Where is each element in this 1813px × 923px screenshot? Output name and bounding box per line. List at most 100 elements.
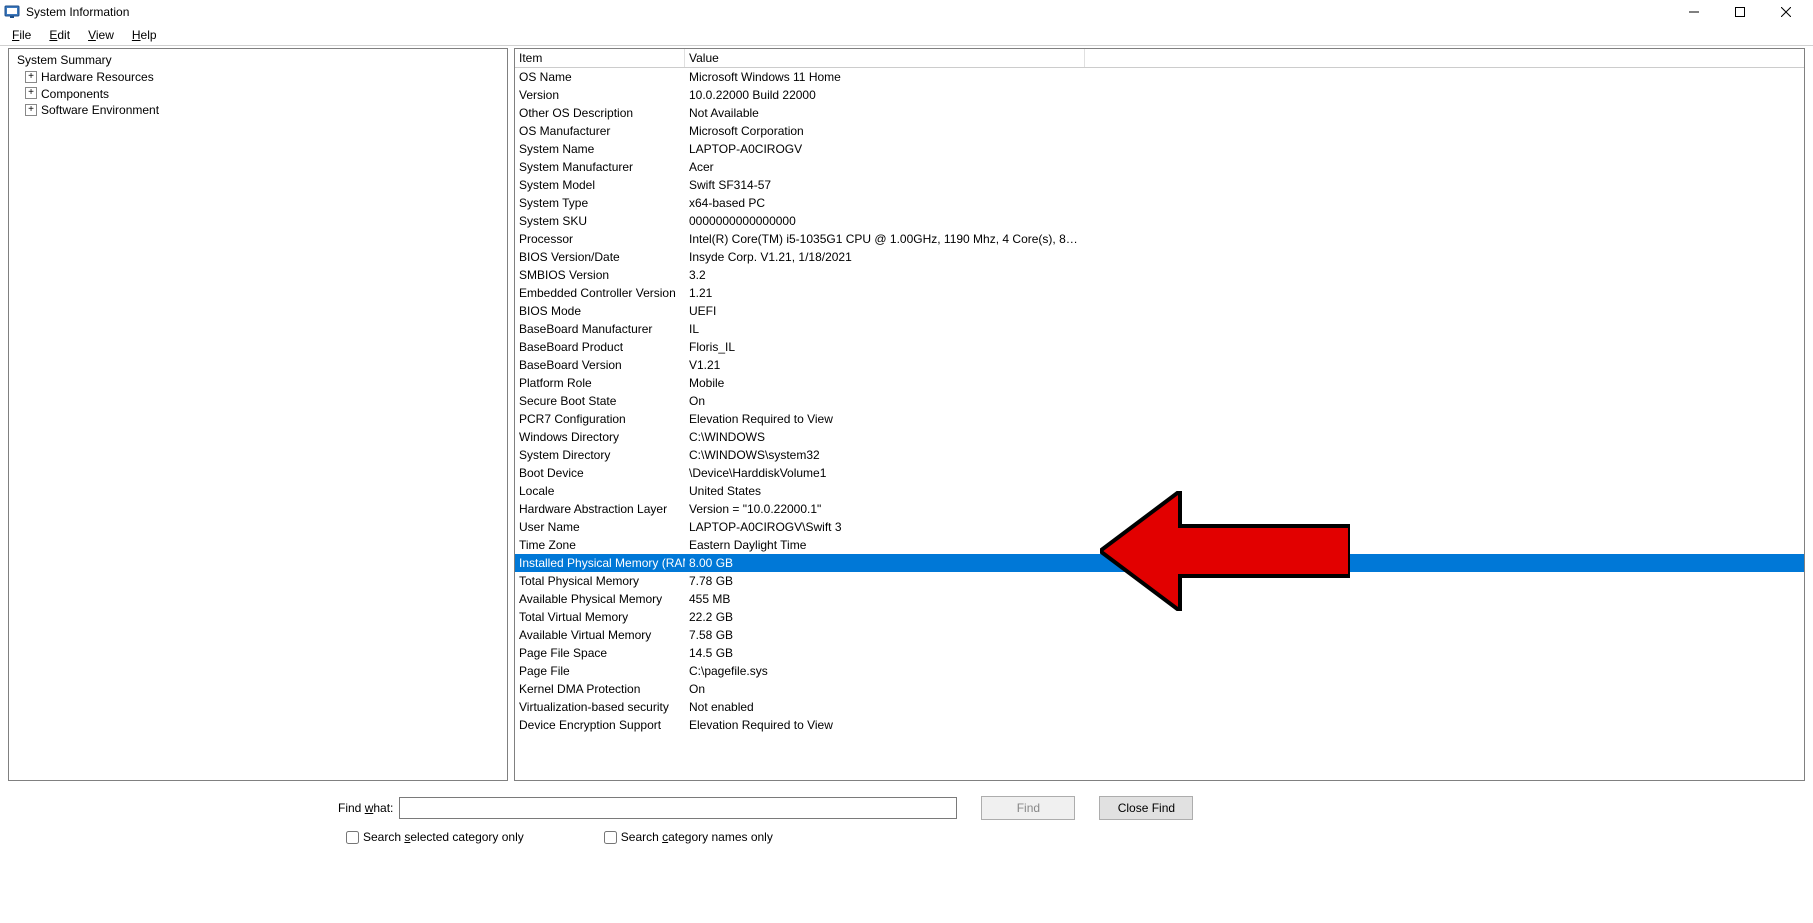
detail-row[interactable]: BIOS ModeUEFI: [515, 302, 1804, 320]
column-header-value[interactable]: Value: [685, 49, 1085, 67]
detail-item-value: 455 MB: [685, 590, 1085, 608]
detail-item-value: Not enabled: [685, 698, 1085, 716]
detail-row[interactable]: Secure Boot StateOn: [515, 392, 1804, 410]
detail-row[interactable]: BaseBoard VersionV1.21: [515, 356, 1804, 374]
checkbox-selected-category[interactable]: Search selected category only: [346, 830, 524, 844]
detail-row[interactable]: Platform RoleMobile: [515, 374, 1804, 392]
find-options: Search selected category only Search cat…: [8, 827, 1805, 847]
detail-item-value: C:\WINDOWS\system32: [685, 446, 1085, 464]
detail-item-value: Microsoft Windows 11 Home: [685, 68, 1085, 86]
detail-item-value: 0000000000000000: [685, 212, 1085, 230]
tree-root[interactable]: System Summary: [9, 51, 507, 68]
detail-row[interactable]: BaseBoard ProductFloris_IL: [515, 338, 1804, 356]
menu-bar: File Edit View Help: [0, 24, 1813, 46]
detail-item-value: LAPTOP-A0CIROGV: [685, 140, 1085, 158]
detail-row[interactable]: OS NameMicrosoft Windows 11 Home: [515, 68, 1804, 86]
detail-item-name: Platform Role: [515, 374, 685, 392]
detail-row[interactable]: Total Physical Memory7.78 GB: [515, 572, 1804, 590]
detail-item-name: Embedded Controller Version: [515, 284, 685, 302]
detail-item-value: x64-based PC: [685, 194, 1085, 212]
detail-row[interactable]: PCR7 ConfigurationElevation Required to …: [515, 410, 1804, 428]
detail-item-name: System Type: [515, 194, 685, 212]
window-title: System Information: [26, 5, 129, 19]
close-find-button[interactable]: Close Find: [1099, 796, 1193, 820]
detail-item-name: BIOS Mode: [515, 302, 685, 320]
checkbox-category-names[interactable]: Search category names only: [604, 830, 773, 844]
checkbox-category-names-input[interactable]: [604, 831, 617, 844]
tree-expander-icon[interactable]: +: [25, 104, 37, 116]
detail-row[interactable]: System ModelSwift SF314-57: [515, 176, 1804, 194]
detail-row[interactable]: Total Virtual Memory22.2 GB: [515, 608, 1804, 626]
detail-row[interactable]: Device Encryption SupportElevation Requi…: [515, 716, 1804, 734]
detail-row[interactable]: Page File Space14.5 GB: [515, 644, 1804, 662]
detail-item-name: System Directory: [515, 446, 685, 464]
details-list[interactable]: OS NameMicrosoft Windows 11 HomeVersion1…: [515, 68, 1804, 780]
detail-row[interactable]: OS ManufacturerMicrosoft Corporation: [515, 122, 1804, 140]
detail-row[interactable]: Time ZoneEastern Daylight Time: [515, 536, 1804, 554]
navigation-tree[interactable]: System Summary + Hardware Resources + Compo…: [8, 48, 508, 781]
close-button[interactable]: [1763, 0, 1809, 24]
detail-row[interactable]: Windows DirectoryC:\WINDOWS: [515, 428, 1804, 446]
detail-row[interactable]: Version10.0.22000 Build 22000: [515, 86, 1804, 104]
menu-file[interactable]: File: [4, 26, 39, 44]
detail-item-name: System SKU: [515, 212, 685, 230]
detail-item-name: User Name: [515, 518, 685, 536]
menu-help[interactable]: Help: [124, 26, 165, 44]
detail-item-value: 22.2 GB: [685, 608, 1085, 626]
detail-row[interactable]: Available Physical Memory455 MB: [515, 590, 1804, 608]
detail-item-name: Virtualization-based security: [515, 698, 685, 716]
detail-item-name: Kernel DMA Protection: [515, 680, 685, 698]
detail-row[interactable]: System DirectoryC:\WINDOWS\system32: [515, 446, 1804, 464]
tree-item-label: Components: [41, 86, 109, 100]
detail-item-name: System Model: [515, 176, 685, 194]
detail-item-value: 3.2: [685, 266, 1085, 284]
detail-row[interactable]: BIOS Version/DateInsyde Corp. V1.21, 1/1…: [515, 248, 1804, 266]
detail-item-value: Microsoft Corporation: [685, 122, 1085, 140]
tree-item[interactable]: + Components: [9, 85, 507, 102]
tree-expander-icon[interactable]: +: [25, 87, 37, 99]
detail-item-name: Total Virtual Memory: [515, 608, 685, 626]
detail-item-value: Insyde Corp. V1.21, 1/18/2021: [685, 248, 1085, 266]
detail-row[interactable]: Embedded Controller Version1.21: [515, 284, 1804, 302]
detail-row[interactable]: User NameLAPTOP-A0CIROGV\Swift 3: [515, 518, 1804, 536]
detail-item-name: BaseBoard Version: [515, 356, 685, 374]
tree-item[interactable]: + Hardware Resources: [9, 68, 507, 85]
detail-row[interactable]: ProcessorIntel(R) Core(TM) i5-1035G1 CPU…: [515, 230, 1804, 248]
menu-view[interactable]: View: [80, 26, 122, 44]
detail-row[interactable]: Other OS DescriptionNot Available: [515, 104, 1804, 122]
detail-row[interactable]: Kernel DMA ProtectionOn: [515, 680, 1804, 698]
detail-row[interactable]: System NameLAPTOP-A0CIROGV: [515, 140, 1804, 158]
detail-item-name: BIOS Version/Date: [515, 248, 685, 266]
detail-row[interactable]: System Typex64-based PC: [515, 194, 1804, 212]
detail-row[interactable]: SMBIOS Version3.2: [515, 266, 1804, 284]
detail-row[interactable]: Installed Physical Memory (RAM)8.00 GB: [515, 554, 1804, 572]
detail-row[interactable]: BaseBoard ManufacturerIL: [515, 320, 1804, 338]
detail-item-name: Device Encryption Support: [515, 716, 685, 734]
column-header-item[interactable]: Item: [515, 49, 685, 67]
detail-item-value: UEFI: [685, 302, 1085, 320]
detail-row[interactable]: Virtualization-based securityNot enabled: [515, 698, 1804, 716]
detail-row[interactable]: LocaleUnited States: [515, 482, 1804, 500]
find-input[interactable]: [399, 797, 957, 819]
window-controls: [1671, 0, 1809, 24]
detail-row[interactable]: Hardware Abstraction LayerVersion = "10.…: [515, 500, 1804, 518]
tree-expander-icon[interactable]: +: [25, 71, 37, 83]
title-bar: System Information: [0, 0, 1813, 24]
detail-item-value: C:\WINDOWS: [685, 428, 1085, 446]
tree-item-label: Hardware Resources: [41, 70, 154, 84]
detail-item-name: Other OS Description: [515, 104, 685, 122]
detail-row[interactable]: System ManufacturerAcer: [515, 158, 1804, 176]
maximize-button[interactable]: [1717, 0, 1763, 24]
detail-row[interactable]: System SKU0000000000000000: [515, 212, 1804, 230]
detail-item-value: C:\pagefile.sys: [685, 662, 1085, 680]
detail-row[interactable]: Boot Device\Device\HarddiskVolume1: [515, 464, 1804, 482]
tree-item[interactable]: +Software Environment: [9, 101, 507, 118]
checkbox-selected-category-input[interactable]: [346, 831, 359, 844]
detail-item-value: Not Available: [685, 104, 1085, 122]
detail-item-value: Version = "10.0.22000.1": [685, 500, 1085, 518]
menu-edit[interactable]: Edit: [41, 26, 78, 44]
find-button[interactable]: Find: [981, 796, 1075, 820]
detail-row[interactable]: Available Virtual Memory7.58 GB: [515, 626, 1804, 644]
minimize-button[interactable]: [1671, 0, 1717, 24]
detail-row[interactable]: Page FileC:\pagefile.sys: [515, 662, 1804, 680]
